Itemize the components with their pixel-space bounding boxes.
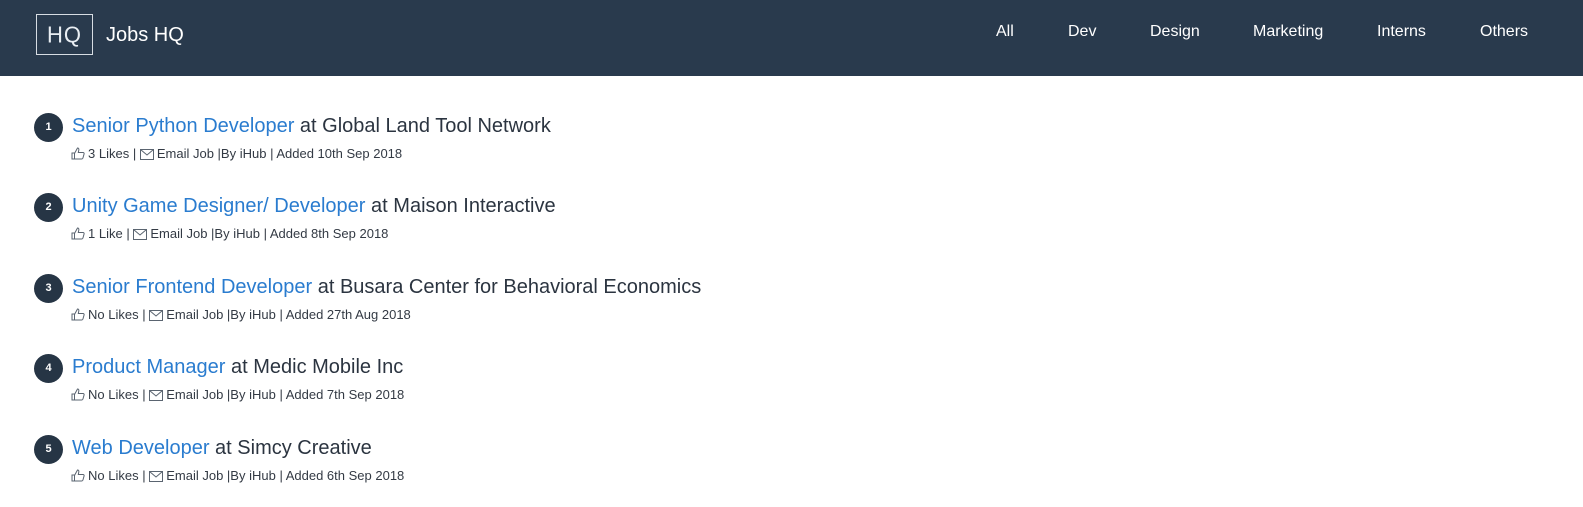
date-added: | Added 27th Aug 2018 [279,307,411,322]
email-job-link[interactable]: Email Job [157,146,214,161]
date-added: | Added 10th Sep 2018 [270,146,403,161]
job-number-badge: 2 [34,193,63,222]
nav-all[interactable]: All [996,22,1014,42]
job-meta: No Likes | Email Job |By iHub | Added 7t… [71,387,404,403]
envelope-icon[interactable] [149,390,164,401]
nav-interns[interactable]: Interns [1377,22,1426,42]
posted-by: |By iHub [217,146,267,161]
thumbs-up-icon[interactable] [71,469,85,482]
at-text: at [317,276,335,298]
email-job-link[interactable]: Email Job [166,307,223,322]
top-navbar: HQ Jobs HQ All Dev Design Marketing Inte… [0,0,1583,76]
email-job-link[interactable]: Email Job [166,468,223,483]
job-title-link[interactable]: Product Manager [72,356,225,378]
envelope-icon[interactable] [149,310,164,321]
nav-marketing[interactable]: Marketing [1253,22,1323,42]
likes-count: No Likes [88,387,139,402]
email-job-link[interactable]: Email Job [166,387,223,402]
posted-by: |By iHub [226,468,276,483]
company-name: Maison Interactive [393,195,556,217]
thumbs-up-icon[interactable] [71,388,85,401]
at-text: at [215,437,232,459]
job-title-line: Web Developer at Simcy Creative [72,435,372,461]
job-number-badge: 3 [34,274,63,303]
job-meta: No Likes | Email Job |By iHub | Added 27… [71,307,411,323]
company-name: Simcy Creative [237,437,372,459]
nav-dev[interactable]: Dev [1068,22,1096,42]
posted-by: |By iHub [226,387,276,402]
at-text: at [371,195,388,217]
job-number-badge: 4 [34,354,63,383]
date-added: | Added 8th Sep 2018 [263,226,389,241]
separator: | [142,387,146,402]
email-job-link[interactable]: Email Job [150,226,207,241]
company-name: Medic Mobile Inc [253,356,404,378]
list-item: 5 Web Developer at Simcy Creative No Lik… [0,433,1583,493]
separator: | [132,146,137,161]
job-number-badge: 5 [34,435,63,464]
job-title-line: Senior Python Developer at Global Land T… [72,113,551,139]
job-meta: 1 Like | Email Job |By iHub | Added 8th … [71,226,388,242]
envelope-icon[interactable] [139,149,154,160]
job-meta: 3 Likes | Email Job |By iHub | Added 10t… [71,146,402,162]
at-text: at [230,356,248,378]
nav-others[interactable]: Others [1480,22,1528,42]
envelope-icon[interactable] [149,471,164,482]
job-meta: No Likes | Email Job |By iHub | Added 6t… [71,468,404,484]
thumbs-up-icon[interactable] [71,147,85,160]
job-title-line: Unity Game Designer/ Developer at Maison… [72,193,556,219]
at-text: at [299,115,317,137]
job-title-line: Senior Frontend Developer at Busara Cent… [72,274,701,300]
list-item: 4 Product Manager at Medic Mobile Inc No… [0,352,1583,412]
nav-design[interactable]: Design [1150,22,1200,42]
likes-count: 3 Likes [88,146,130,161]
job-title-link[interactable]: Unity Game Designer/ Developer [72,195,365,217]
logo[interactable]: HQ [36,14,93,55]
likes-count: 1 Like [88,226,123,241]
job-title-link[interactable]: Senior Frontend Developer [72,276,312,298]
likes-count: No Likes [88,468,139,483]
brand-title[interactable]: Jobs HQ [106,23,184,47]
thumbs-up-icon[interactable] [71,227,85,240]
envelope-icon[interactable] [133,229,148,240]
separator: | [142,307,146,322]
company-name: Busara Center for Behavioral Economics [339,276,702,298]
likes-count: No Likes [88,307,139,322]
separator: | [142,468,146,483]
posted-by: |By iHub [226,307,276,322]
list-item: 3 Senior Frontend Developer at Busara Ce… [0,272,1583,332]
date-added: | Added 6th Sep 2018 [279,468,405,483]
logo-text: HQ [47,20,82,48]
list-item: 1 Senior Python Developer at Global Land… [0,111,1583,171]
job-title-link[interactable]: Web Developer [72,437,209,459]
posted-by: |By iHub [211,226,260,241]
list-item: 2 Unity Game Designer/ Developer at Mais… [0,191,1583,251]
date-added: | Added 7th Sep 2018 [279,387,405,402]
company-name: Global Land Tool Network [322,115,551,137]
job-title-link[interactable]: Senior Python Developer [72,115,294,137]
job-number-badge: 1 [34,113,63,142]
job-title-line: Product Manager at Medic Mobile Inc [72,354,403,380]
thumbs-up-icon[interactable] [71,308,85,321]
separator: | [126,226,130,241]
